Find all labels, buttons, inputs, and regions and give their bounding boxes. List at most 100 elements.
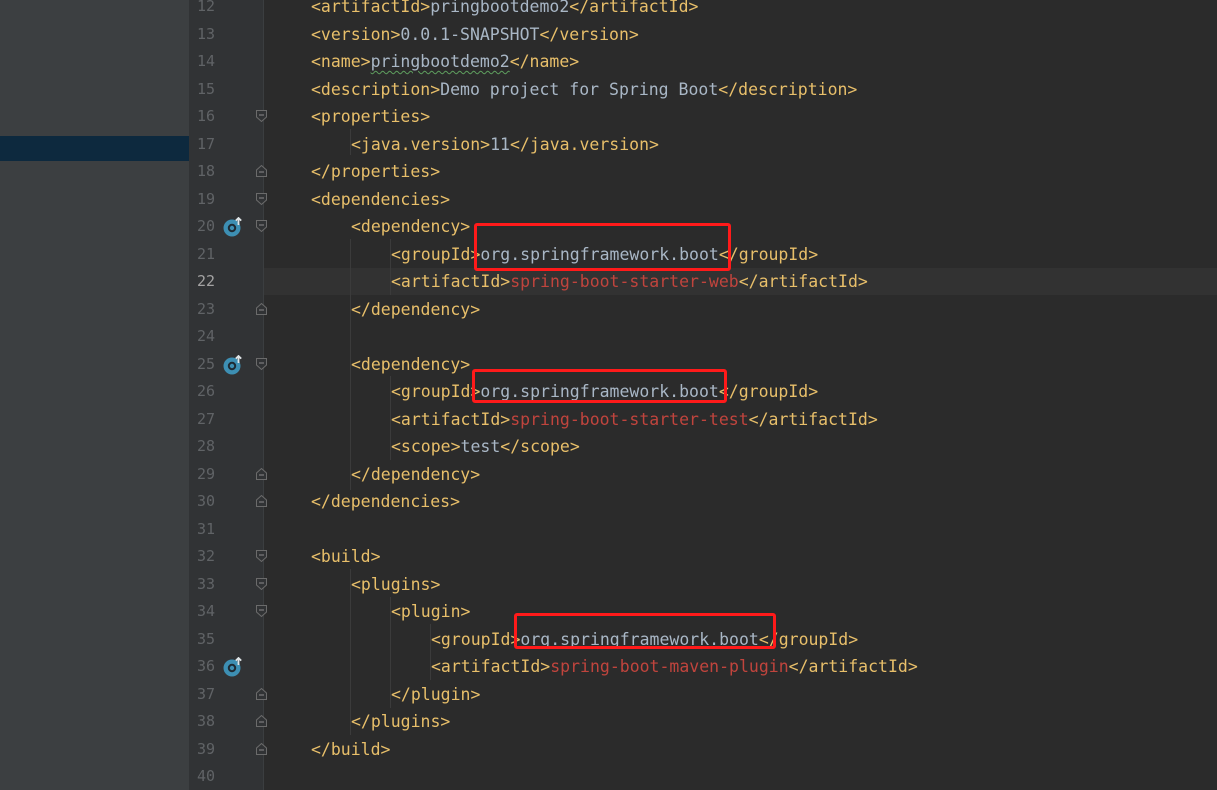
- line-number: 22: [196, 272, 215, 290]
- xml-tag: </scope>: [500, 437, 580, 456]
- code-line[interactable]: 12 <artifactId>pringbootdemo2</artifactId…: [189, 0, 1217, 20]
- artifact-value: spring-boot-maven-plugin: [550, 657, 789, 676]
- code-line[interactable]: 31: [189, 516, 1217, 543]
- code-line[interactable]: 28 <scope>test</scope>: [189, 433, 1217, 460]
- code-line[interactable]: 16 <properties>: [189, 103, 1217, 130]
- xml-tag: <java.version>: [351, 134, 491, 154]
- code-line[interactable]: 23 </dependency>: [189, 296, 1217, 323]
- fold-close-icon[interactable]: [256, 165, 267, 177]
- xml-tag: </plugin>: [391, 684, 481, 704]
- xml-tag: <name>: [311, 52, 371, 71]
- maven-dependency-navigate-icon[interactable]: [222, 657, 244, 677]
- code-line[interactable]: 19 <dependencies>: [189, 186, 1217, 213]
- xml-tag: <groupId>: [431, 629, 521, 649]
- code-text: <dependencies>: [311, 186, 450, 213]
- line-number: 36: [196, 657, 215, 675]
- xml-tag: </name>: [509, 52, 580, 71]
- xml-tag: <artifactId>: [311, 0, 431, 16]
- code-line[interactable]: 27 <artifactId>spring-boot-starter-test</…: [189, 406, 1217, 433]
- line-number: 14: [196, 52, 215, 70]
- fold-close-icon[interactable]: [256, 687, 267, 700]
- code-line[interactable]: 29 </dependency>: [189, 461, 1217, 488]
- highlight-box-groupid-2: [472, 369, 727, 403]
- line-number: 25: [196, 354, 215, 373]
- fold-close-icon[interactable]: [256, 715, 267, 727]
- xml-tag: <artifactId>: [431, 657, 551, 676]
- line-number: 12: [196, 0, 215, 15]
- xml-tag: </plugins>: [351, 712, 451, 731]
- xml-tag: </dependency>: [351, 299, 481, 319]
- indent-guide: [350, 129, 351, 155]
- sidebar-selected-item[interactable]: [0, 136, 189, 161]
- element-value: test: [460, 437, 501, 456]
- code-line[interactable]: 14 <name>pringbootdemo2</name>: [189, 48, 1217, 75]
- fold-open-icon[interactable]: [256, 605, 267, 617]
- xml-tag: </dependency>: [351, 464, 481, 484]
- element-value: 0.0.1-SNAPSHOT: [400, 24, 540, 44]
- fold-close-icon[interactable]: [256, 742, 267, 755]
- code-text: <artifactId>pringbootdemo2</artifactId>: [311, 0, 698, 20]
- code-text: <artifactId>spring-boot-starter-test</ar…: [391, 406, 878, 433]
- code-line[interactable]: 37 </plugin>: [189, 681, 1217, 708]
- code-line[interactable]: 22 <artifactId>spring-boot-starter-web</a…: [189, 268, 1217, 295]
- line-number: 34: [196, 602, 215, 620]
- line-number: 24: [196, 327, 215, 345]
- fold-close-icon[interactable]: [256, 467, 267, 480]
- code-line[interactable]: 18 </properties>: [189, 158, 1217, 185]
- code-line[interactable]: 39 </build>: [189, 736, 1217, 763]
- xml-tag: <properties>: [311, 107, 431, 126]
- element-value: Demo project for Spring Boot: [440, 79, 719, 99]
- line-number: 31: [196, 519, 215, 538]
- code-text: <java.version>11</java.version>: [351, 131, 659, 158]
- code-text: </dependency>: [351, 461, 480, 488]
- line-number: 18: [196, 162, 215, 180]
- code-text: <build>: [311, 543, 381, 570]
- fold-open-icon[interactable]: [256, 577, 267, 590]
- code-line[interactable]: 40: [189, 763, 1217, 790]
- fold-open-icon[interactable]: [256, 357, 267, 370]
- xml-tag: <groupId>: [391, 382, 481, 401]
- xml-tag: </artifactId>: [738, 272, 868, 291]
- xml-tag: <groupId>: [391, 244, 481, 264]
- maven-dependency-navigate-icon[interactable]: [222, 217, 244, 237]
- code-line[interactable]: 17 <java.version>11</java.version>: [189, 131, 1217, 158]
- line-number: 26: [196, 382, 215, 400]
- element-value: pringbootdemo2: [430, 0, 570, 16]
- fold-open-icon[interactable]: [256, 192, 267, 205]
- xml-tag: <dependency>: [351, 217, 471, 236]
- indent-guide: [390, 597, 391, 708]
- fold-open-icon[interactable]: [256, 110, 267, 122]
- line-number: 30: [196, 492, 215, 510]
- code-line[interactable]: 24: [189, 323, 1217, 350]
- line-number: 33: [196, 574, 215, 593]
- code-line[interactable]: 36 <artifactId>spring-boot-maven-plugin</…: [189, 653, 1217, 680]
- maven-dependency-navigate-icon[interactable]: [222, 354, 244, 375]
- xml-tag: <dependencies>: [311, 189, 451, 209]
- fold-close-icon[interactable]: [256, 302, 267, 315]
- xml-tag: </groupId>: [718, 244, 819, 264]
- code-text: </dependency>: [351, 296, 480, 323]
- xml-tag: <build>: [311, 547, 381, 566]
- xml-tag: </build>: [311, 739, 391, 759]
- code-line[interactable]: 38 </plugins>: [189, 708, 1217, 735]
- line-number: 27: [196, 409, 215, 428]
- code-text: </properties>: [311, 158, 440, 185]
- code-text: </plugin>: [391, 681, 480, 708]
- line-number: 16: [196, 107, 215, 125]
- code-text: <dependency>: [351, 213, 470, 240]
- fold-open-icon[interactable]: [256, 550, 267, 562]
- indent-guide: [350, 239, 351, 490]
- code-line[interactable]: 15 <description>Demo project for Spring B…: [189, 76, 1217, 103]
- code-text: </dependencies>: [311, 488, 460, 515]
- fold-open-icon[interactable]: [256, 220, 267, 232]
- code-line[interactable]: 33 <plugins>: [189, 571, 1217, 598]
- code-text: <name>pringbootdemo2</name>: [311, 48, 579, 75]
- code-line[interactable]: 30 </dependencies>: [189, 488, 1217, 515]
- line-number: 38: [196, 712, 215, 730]
- fold-close-icon[interactable]: [256, 495, 267, 507]
- code-line[interactable]: 32 <build>: [189, 543, 1217, 570]
- xml-tag: </dependencies>: [311, 492, 461, 511]
- code-line[interactable]: 13 <version>0.0.1-SNAPSHOT</version>: [189, 21, 1217, 48]
- line-number: 19: [196, 189, 215, 208]
- xml-tag: <version>: [311, 24, 401, 44]
